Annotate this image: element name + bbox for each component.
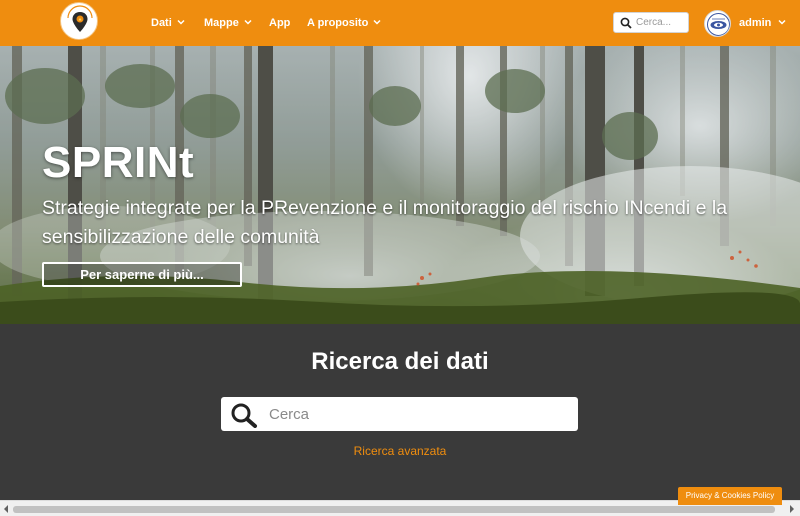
search-icon	[620, 17, 632, 29]
avatar-emblem-icon	[707, 13, 730, 36]
hero-title: SPRINt	[42, 138, 195, 187]
chevron-down-icon	[177, 20, 185, 25]
search-title: Ricerca dei dati	[311, 348, 489, 375]
nav-item-app[interactable]: App	[269, 0, 290, 46]
scroll-left-arrow-icon[interactable]	[2, 504, 10, 514]
nav-item-label: A proposito	[307, 17, 369, 29]
main-search-input[interactable]	[269, 403, 569, 425]
hero-subtitle: Strategie integrate per la PRevenzione e…	[42, 197, 728, 248]
learn-more-button[interactable]: Per saperne di più...	[42, 262, 242, 287]
chevron-down-icon	[778, 20, 786, 25]
scrollbar-thumb[interactable]	[13, 506, 775, 513]
nav-item-a-proposito[interactable]: A proposito	[307, 0, 382, 46]
scroll-right-arrow-icon[interactable]	[788, 504, 796, 514]
hero-banner: SPRINt Strategie integrate per la PReven…	[0, 46, 800, 324]
nav-item-mappe[interactable]: Mappe	[204, 0, 253, 46]
logo-marker-icon	[67, 5, 93, 32]
advanced-search-label: Ricerca avanzata	[353, 444, 447, 458]
nav-search-box[interactable]	[613, 12, 689, 33]
sprint-logo[interactable]	[60, 2, 98, 40]
chevron-down-icon	[244, 20, 252, 25]
chevron-down-icon	[373, 20, 381, 25]
nav-item-label: App	[269, 17, 291, 29]
data-search-section: Ricerca dei dati Ricerca avanzata	[0, 324, 800, 500]
nav-item-label: Mappe	[204, 17, 239, 29]
user-avatar[interactable]	[704, 10, 731, 37]
user-menu[interactable]: admin	[739, 0, 787, 46]
privacy-policy-button[interactable]: Privacy & Cookies Policy	[678, 487, 782, 505]
nav-item-dati[interactable]: Dati	[151, 0, 186, 46]
search-icon	[231, 403, 257, 428]
advanced-search-link[interactable]: Ricerca avanzata	[0, 444, 800, 458]
nav-search-input[interactable]	[636, 15, 686, 30]
top-navbar: Dati Mappe App A proposito admin	[0, 0, 800, 46]
user-name: admin	[739, 17, 772, 29]
main-search-box[interactable]	[221, 397, 578, 431]
nav-item-label: Dati	[151, 17, 172, 29]
